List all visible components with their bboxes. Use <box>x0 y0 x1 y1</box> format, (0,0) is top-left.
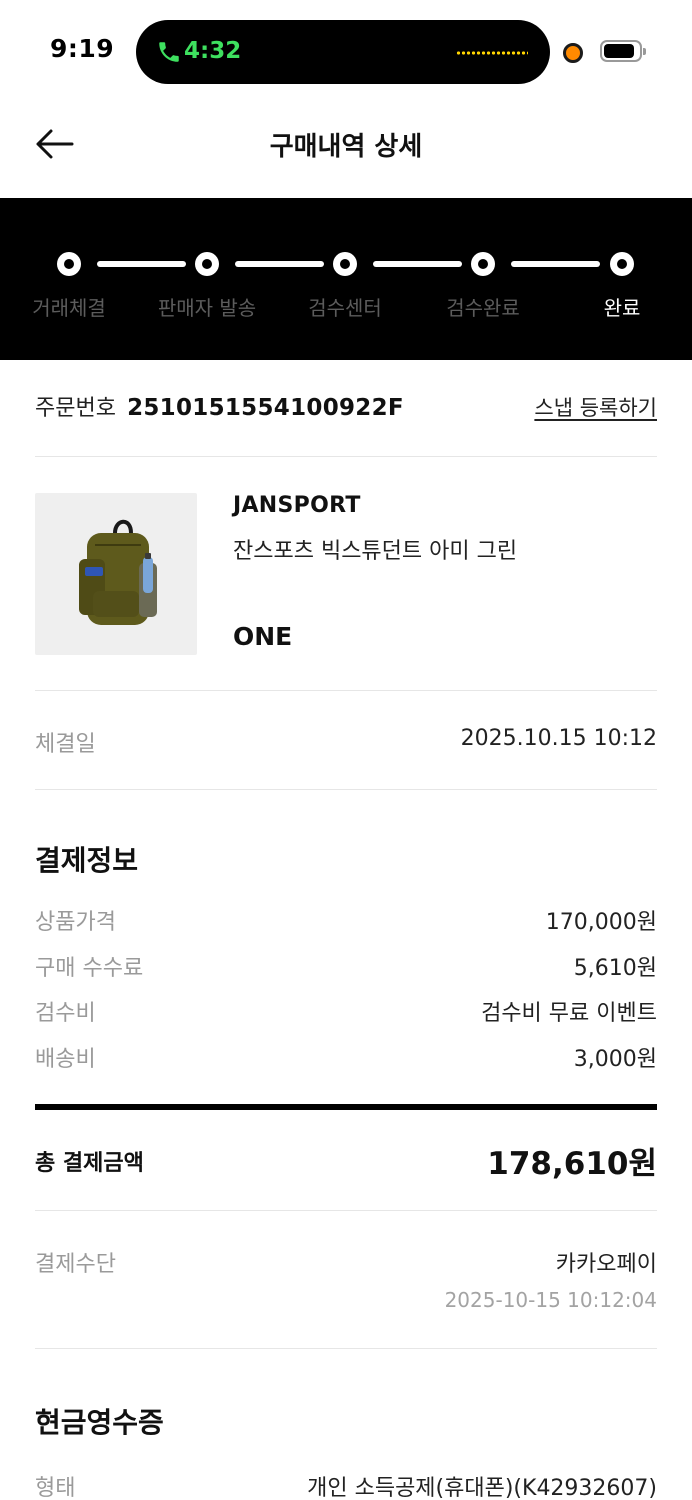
order-number-label: 주문번호 <box>35 396 116 421</box>
payment-row-label: 배송비 <box>35 1047 96 1072</box>
trade-date-row: 체결일 2025.10.15 10:12 <box>35 726 657 760</box>
payment-row-value: 3,000원 <box>573 1047 657 1072</box>
order-number-row: 주문번호 2510151554100922F 스냅 등록하기 <box>35 390 657 430</box>
step-label-4: 검수완료 <box>446 296 520 320</box>
total-amount-value: 178,610원 <box>487 1146 657 1182</box>
payment-row: 배송비 3,000원 <box>35 1041 657 1075</box>
step-label-3: 검수센터 <box>308 296 382 320</box>
progress-line <box>57 252 634 276</box>
step-label-1: 거래체결 <box>32 296 106 320</box>
trade-date-label: 체결일 <box>35 732 96 757</box>
step-dot <box>333 252 357 276</box>
divider <box>35 789 657 790</box>
payment-row-label: 상품가격 <box>35 910 116 935</box>
step-dot <box>57 252 81 276</box>
payment-row: 구매 수수료 5,610원 <box>35 950 657 984</box>
page-title: 구매내역 상세 <box>269 132 423 162</box>
waveform-icon <box>456 51 528 55</box>
status-time: 9:19 <box>50 34 115 63</box>
payment-timestamp: 2025-10-15 10:12:04 <box>444 1288 657 1312</box>
dynamic-island[interactable]: 4:32 <box>136 20 550 84</box>
payment-method-label: 결제수단 <box>35 1252 116 1277</box>
payment-row-value: 검수비 무료 이벤트 <box>481 1001 657 1026</box>
divider <box>35 1210 657 1211</box>
product-image[interactable] <box>35 493 197 655</box>
call-duration: 4:32 <box>184 38 242 64</box>
product-size: ONE <box>233 622 293 651</box>
total-amount-label: 총 결제금액 <box>35 1151 144 1176</box>
trade-date-value: 2025.10.15 10:12 <box>460 726 657 751</box>
phone-icon <box>159 42 179 62</box>
payment-row: 상품가격 170,000원 <box>35 904 657 938</box>
step-dot <box>471 252 495 276</box>
product-name[interactable]: 잔스포츠 빅스튜던트 아미 그린 <box>233 533 517 565</box>
recording-dot-icon <box>563 43 583 63</box>
payment-row-value: 5,610원 <box>573 956 657 981</box>
payment-section-title: 결제정보 <box>35 844 139 877</box>
payment-row-label: 검수비 <box>35 1001 96 1026</box>
receipt-type-row: 형태 개인 소득공제(휴대폰)(K42932607) <box>35 1470 657 1500</box>
payment-row: 검수비 검수비 무료 이벤트 <box>35 995 657 1029</box>
progress-tracker: 거래체결 판매자 발송 검수센터 검수완료 완료 <box>0 198 692 360</box>
step-dot <box>610 252 634 276</box>
order-number: 2510151554100922F <box>127 395 404 421</box>
backpack-image <box>79 519 157 625</box>
page-header: 구매내역 상세 <box>0 100 692 198</box>
snap-register-link[interactable]: 스냅 등록하기 <box>534 392 657 422</box>
payment-row-label: 구매 수수료 <box>35 956 144 981</box>
divider <box>35 1348 657 1349</box>
battery-icon <box>600 40 646 62</box>
product-brand: JANSPORT <box>233 493 361 518</box>
receipt-type-label: 형태 <box>35 1476 76 1500</box>
step-label-2: 판매자 발송 <box>157 296 257 320</box>
divider <box>35 456 657 457</box>
total-divider <box>35 1104 657 1110</box>
payment-row-value: 170,000원 <box>545 910 657 935</box>
payment-method-value: 카카오페이 <box>555 1252 657 1277</box>
step-dot <box>195 252 219 276</box>
payment-method-row: 결제수단 카카오페이 <box>35 1246 657 1280</box>
status-bar: 9:19 4:32 <box>0 0 692 100</box>
receipt-section-title: 현금영수증 <box>35 1406 164 1439</box>
receipt-type-value: 개인 소득공제(휴대폰)(K42932607) <box>307 1476 657 1500</box>
divider <box>35 690 657 691</box>
step-label-5: 완료 <box>603 296 641 320</box>
